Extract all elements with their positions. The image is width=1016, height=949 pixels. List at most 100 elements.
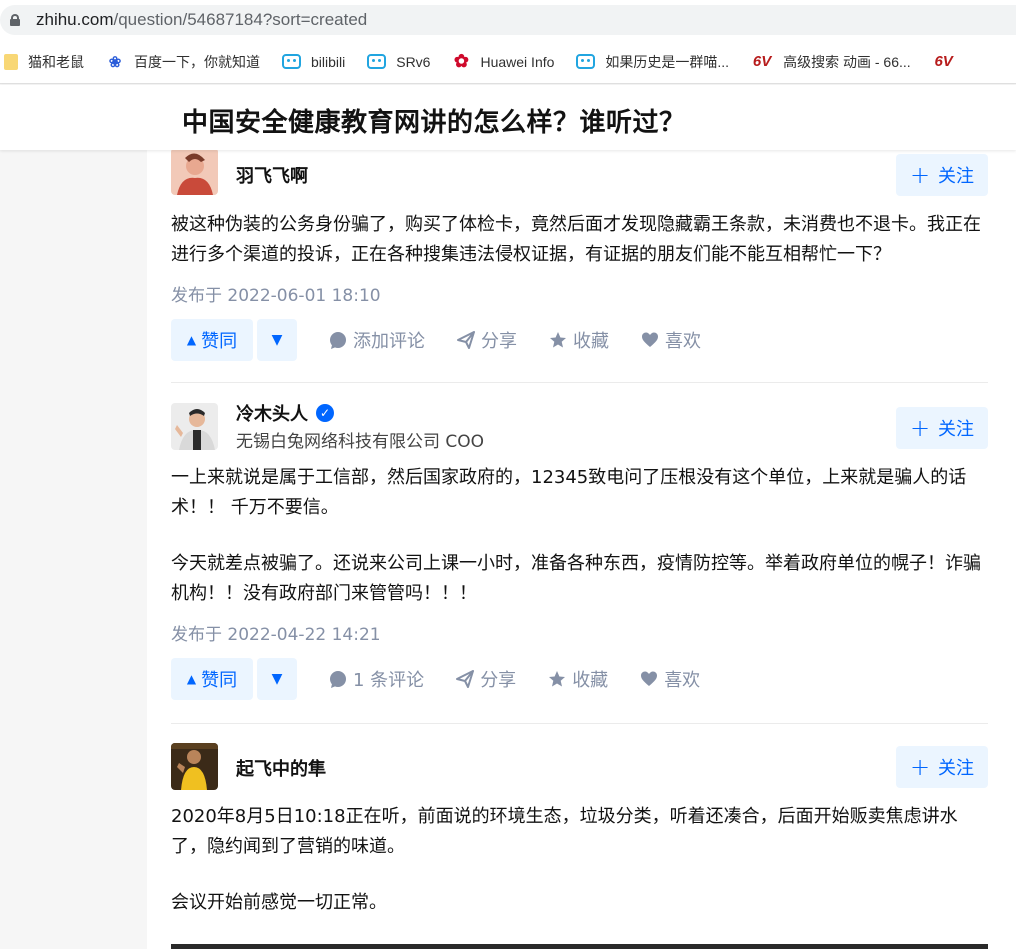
follow-label: 关注 [938, 166, 975, 187]
avatar[interactable] [171, 403, 218, 450]
bookmark-overflow[interactable]: 6V [933, 53, 965, 71]
author-headline: 无锡白兔网络科技有限公司 COO [236, 432, 485, 452]
collect-label: 收藏 [573, 331, 609, 352]
bookmark-5[interactable]: 如果历史是一群喵... [576, 52, 729, 72]
upvote-label: 赞同 [201, 331, 238, 352]
bookmark-label: 百度一下，你就知道 [134, 53, 260, 70]
url-host: zhihu.com [36, 10, 114, 29]
bilibili-tv-icon [282, 54, 301, 69]
upvote-button[interactable]: ▲ 赞同 [171, 319, 253, 361]
omnibox[interactable]: zhihu.com/question/54687184?sort=created [0, 5, 1016, 35]
triangle-up-icon: ▲ [186, 333, 197, 347]
avatar[interactable] [171, 743, 218, 790]
plus-icon: + [909, 414, 931, 442]
answer-paragraph: 会议开始前感觉一切正常。 [171, 892, 387, 913]
share-button[interactable]: 分享 [457, 327, 517, 353]
plus-icon: + [909, 753, 931, 781]
author-name-text: 冷木头人 [236, 404, 308, 425]
question-title[interactable]: 中国安全健康教育网讲的怎么样？谁听过？ [182, 102, 686, 139]
answer-image[interactable] [171, 944, 988, 949]
bookmark-label: 如果历史是一群喵... [605, 53, 730, 70]
answer-actions: ▲ 赞同 ▼ 添加评论 分享 收藏 喜欢 [171, 319, 733, 361]
bookmark-3[interactable]: SRv6 [367, 54, 430, 70]
comment-bubble-icon [329, 331, 347, 349]
comment-button[interactable]: 1 条评论 [329, 666, 424, 692]
bookmark-1[interactable]: ❀ 百度一下，你就知道 [106, 52, 260, 72]
bookmark-label: bilibili [311, 53, 346, 70]
triangle-down-icon: ▼ [271, 671, 283, 687]
address-bar: zhihu.com/question/54687184?sort=created [0, 0, 1016, 40]
url-path: /question/54687184?sort=created [113, 10, 368, 29]
upvote-button[interactable]: ▲ 赞同 [171, 658, 253, 700]
follow-label: 关注 [938, 758, 975, 779]
baidu-paw-icon: ❀ [108, 53, 122, 71]
lock-icon[interactable] [10, 14, 20, 26]
comment-button[interactable]: 添加评论 [329, 327, 425, 353]
upvote-label: 赞同 [201, 670, 238, 691]
author-name-text: 起飞中的隼 [236, 759, 326, 780]
paper-plane-icon [457, 331, 475, 349]
bookmark-4[interactable]: ✿ Huawei Info [452, 51, 555, 71]
share-label: 分享 [481, 331, 517, 352]
like-label: 喜欢 [665, 331, 701, 352]
triangle-up-icon: ▲ [186, 672, 197, 686]
author-name[interactable]: 起飞中的隼 [236, 755, 326, 781]
answer-paragraph: 2020年8月5日10:18正在听，前面说的环境生态，垃圾分类，听着还凑合，后面… [171, 806, 958, 857]
answer-list: 羽飞飞啊 + 关注 被这种伪装的公务身份骗了，购买了体检卡，竟然后面才发现隐藏霸王… [147, 150, 1016, 949]
star-icon [548, 670, 566, 688]
bookmark-6[interactable]: 6V 高级搜索 动画 - 66... [751, 52, 911, 72]
folder-icon [4, 53, 18, 70]
collect-label: 收藏 [572, 670, 609, 691]
like-label: 喜欢 [664, 670, 701, 691]
author-name[interactable]: 冷木头人 ✓ [236, 400, 334, 426]
share-button[interactable]: 分享 [456, 666, 516, 692]
author-name-text: 羽飞飞啊 [236, 166, 308, 187]
answer-content: 一上来就说是属于工信部，然后国家政府的，12345致电问了压根没有这个单位，上来… [171, 463, 988, 609]
bilibili-tv-icon [367, 54, 387, 69]
answer-content: 2020年8月5日10:18正在听，前面说的环境生态，垃圾分类，听着还凑合，后面… [171, 802, 988, 918]
comment-label: 1 条评论 [353, 670, 425, 691]
share-label: 分享 [480, 670, 517, 691]
triangle-down-icon: ▼ [271, 332, 283, 348]
bookmark-label: 高级搜索 动画 - 66... [783, 53, 911, 70]
paper-plane-icon [456, 670, 475, 688]
comment-bubble-icon [329, 670, 347, 688]
like-button[interactable]: 喜欢 [640, 666, 700, 692]
divider [171, 723, 988, 724]
author-name[interactable]: 羽飞飞啊 [236, 162, 308, 188]
answer-paragraph: 被这种伪装的公务身份骗了，购买了体检卡，竟然后面才发现隐藏霸王条款，未消费也不退… [171, 214, 981, 265]
bilibili-tv-icon [576, 54, 596, 69]
question-header: 中国安全健康教育网讲的怎么样？谁听过？ [0, 85, 1016, 150]
answer-paragraph: 一上来就说是属于工信部，然后国家政府的，12345致电问了压根没有这个单位，上来… [171, 467, 967, 518]
6v-logo-icon: 6V [934, 53, 953, 70]
heart-icon [641, 331, 659, 349]
bookmark-2[interactable]: bilibili [282, 54, 345, 70]
huawei-logo-icon: ✿ [453, 51, 470, 71]
bookmark-label: 猫和老鼠 [28, 53, 84, 70]
bookmark-label: Huawei Info [480, 53, 555, 70]
answer-actions: ▲ 赞同 ▼ 1 条评论 分享 收藏 喜欢 [171, 658, 732, 700]
collect-button[interactable]: 收藏 [549, 327, 609, 353]
avatar[interactable] [171, 150, 218, 195]
comment-label: 添加评论 [353, 331, 425, 352]
follow-button[interactable]: + 关注 [896, 407, 988, 449]
answer-content: 被这种伪装的公务身份骗了，购买了体检卡，竟然后面才发现隐藏霸王条款，未消费也不退… [171, 210, 988, 270]
answer-paragraph: 今天就差点被骗了。还说来公司上课一小时，准备各种东西，疫情防控等。举着政府单位的… [171, 553, 981, 604]
6v-logo-icon: 6V [752, 53, 772, 70]
like-button[interactable]: 喜欢 [641, 327, 701, 353]
heart-icon [640, 670, 658, 688]
bookmarks-bar: 猫和老鼠 ❀ 百度一下，你就知道 bilibili SRv6 ✿ Huawei … [0, 40, 1016, 84]
follow-button[interactable]: + 关注 [896, 154, 988, 196]
downvote-button[interactable]: ▼ [257, 319, 297, 361]
verified-badge-icon: ✓ [316, 404, 334, 422]
url-text[interactable]: zhihu.com/question/54687184?sort=created [36, 10, 367, 30]
bookmark-0[interactable]: 猫和老鼠 [4, 52, 84, 72]
follow-label: 关注 [938, 419, 975, 440]
publish-date[interactable]: 发布于 2022-04-22 14:21 [171, 620, 381, 645]
divider [171, 382, 988, 383]
follow-button[interactable]: + 关注 [896, 746, 988, 788]
publish-date[interactable]: 发布于 2022-06-01 18:10 [171, 281, 381, 306]
downvote-button[interactable]: ▼ [257, 658, 297, 700]
bookmark-label: SRv6 [396, 53, 431, 70]
collect-button[interactable]: 收藏 [548, 666, 608, 692]
